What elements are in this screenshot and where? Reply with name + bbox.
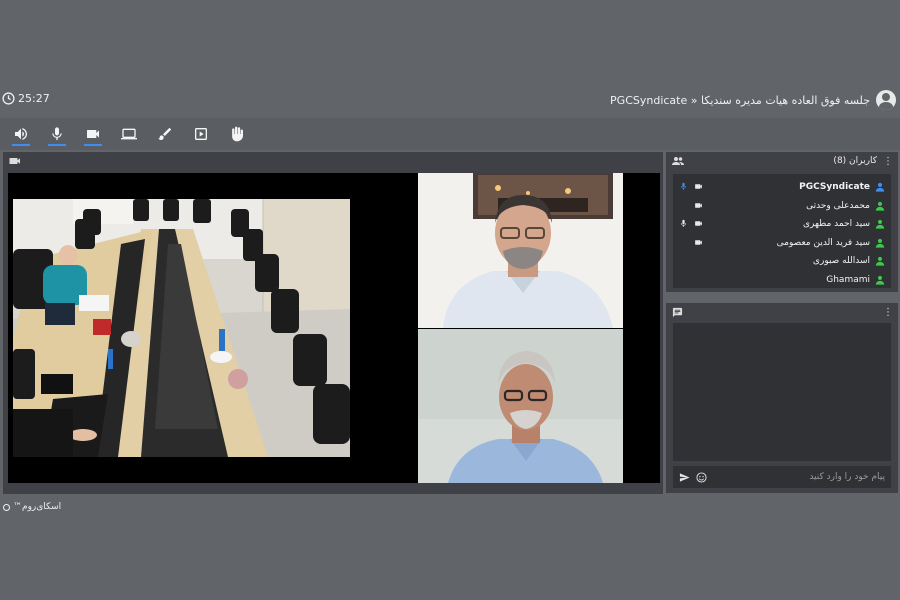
emoji-icon[interactable] [696, 471, 707, 483]
user-row[interactable]: محمدعلی وحدتی [673, 197, 891, 216]
microphone-icon [52, 127, 62, 140]
brand-label: اسکای‌روم™ [13, 502, 62, 512]
camera-icon [87, 130, 99, 138]
chat-icon [672, 307, 683, 317]
video-grid [8, 173, 660, 483]
video-feed-participant-2[interactable] [418, 329, 623, 483]
laptop-icon [121, 128, 137, 140]
camera-button[interactable] [75, 120, 111, 148]
participant-2-image [418, 329, 623, 483]
top-band [0, 0, 900, 88]
user-name: محمدعلی وحدتی [806, 200, 870, 211]
user-row[interactable]: اسدالله صبوری [673, 252, 891, 271]
user-name: سید فرید الدین معصومی [776, 237, 870, 248]
brush-icon [158, 128, 171, 140]
speaker-icon [15, 128, 27, 140]
user-media-status [679, 182, 703, 194]
chat-panel-header: ⋮ [666, 303, 898, 321]
breadcrumb: PGCSyndicate » جلسه فوق العاده هیات مدیر… [610, 90, 896, 110]
microphone-icon [679, 182, 688, 194]
whiteboard-button[interactable] [147, 120, 183, 148]
user-row[interactable]: سید احمد مطهری [673, 215, 891, 234]
chat-input-field[interactable]: پیام خود را وارد کنید [809, 472, 885, 482]
clock-icon [2, 92, 15, 105]
title-bar: 25:27 PGCSyndicate » جلسه فوق العاده هیا… [0, 88, 900, 114]
screen-share-button[interactable] [111, 120, 147, 148]
users-list: PGCSyndicate محمدعلی وحدتی سید احمد مطهری س… [673, 174, 891, 288]
person-icon [875, 182, 885, 192]
user-avatar-icon[interactable] [876, 90, 896, 110]
microphone-button[interactable] [39, 120, 75, 148]
chat-messages [673, 323, 891, 461]
user-media-status [679, 219, 703, 231]
chat-panel: ⋮ پیام خود را وارد کنید [666, 303, 898, 493]
raise-hand-button[interactable] [219, 120, 255, 148]
users-panel-header: کاربران (8) ⋮ [666, 152, 898, 170]
user-row[interactable]: Ghamami [673, 271, 891, 290]
person-icon [875, 256, 885, 266]
chat-menu-icon[interactable]: ⋮ [883, 307, 893, 318]
user-row[interactable]: سید فرید الدین معصومی [673, 234, 891, 253]
person-icon [875, 238, 885, 248]
participant-1-image [418, 173, 623, 328]
toolbar [0, 118, 900, 150]
user-media-status [679, 201, 703, 213]
send-icon[interactable] [679, 472, 690, 483]
users-panel-title: کاربران (8) [833, 156, 877, 166]
users-menu-icon[interactable]: ⋮ [883, 156, 893, 167]
presentation-button[interactable] [183, 120, 219, 148]
users-icon [672, 157, 684, 165]
user-name: PGCSyndicate [799, 182, 870, 193]
users-panel: کاربران (8) ⋮ PGCSyndicate محمدعلی وحدتی س… [666, 152, 898, 292]
user-media-status [679, 238, 703, 250]
video-feed-participant-1[interactable] [418, 173, 623, 328]
chat-input-bar[interactable]: پیام خود را وارد کنید [673, 466, 891, 488]
user-row[interactable]: PGCSyndicate [673, 178, 891, 197]
brand-logo-icon [3, 503, 10, 511]
camera-icon [9, 158, 20, 164]
microphone-icon [679, 219, 688, 231]
footer-brand: اسکای‌روم™ [3, 502, 61, 512]
hand-icon [232, 126, 243, 142]
user-name: سید احمد مطهری [802, 219, 870, 230]
person-icon [875, 275, 885, 285]
user-name: Ghamami [826, 274, 870, 285]
play-box-icon [195, 128, 207, 140]
camera-icon [694, 182, 703, 194]
timer-label: 25:27 [18, 92, 50, 105]
person-icon [875, 219, 885, 229]
user-name: اسدالله صبوری [812, 256, 870, 267]
video-panel-header [3, 152, 663, 170]
video-feed-conference-room[interactable] [13, 199, 350, 457]
person-icon [875, 201, 885, 211]
room-title: PGCSyndicate » جلسه فوق العاده هیات مدیر… [610, 93, 870, 107]
speaker-button[interactable] [3, 120, 39, 148]
camera-icon [694, 238, 703, 250]
video-panel [3, 152, 663, 494]
camera-icon [694, 201, 703, 213]
session-timer: 25:27 [2, 92, 50, 105]
conference-room-image [13, 199, 350, 457]
camera-icon [694, 219, 703, 231]
